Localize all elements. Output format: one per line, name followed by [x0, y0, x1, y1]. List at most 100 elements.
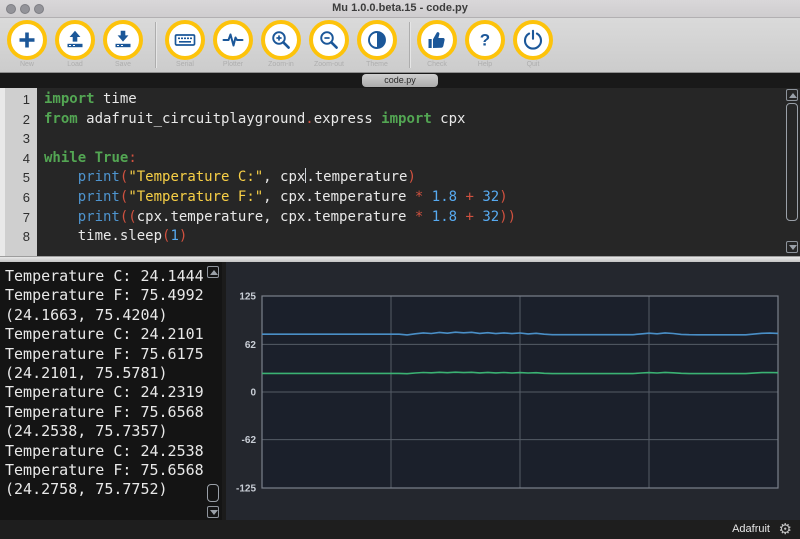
- code-token: from: [44, 111, 78, 127]
- code-token: import: [44, 91, 95, 107]
- code-text: print("Temperature F:", cpx.temperature …: [37, 188, 508, 208]
- serial-line: Temperature C: 24.2101: [0, 325, 222, 344]
- code-token: time: [95, 91, 137, 107]
- power-icon: [521, 28, 545, 52]
- code-line: 4while True:: [0, 149, 786, 169]
- plotter-pane: 125620-62-125: [226, 262, 800, 520]
- upload-icon: [63, 28, 87, 52]
- new-button[interactable]: [7, 20, 47, 60]
- code-token: ((: [120, 209, 137, 225]
- save-button[interactable]: [103, 20, 143, 60]
- plotter-chart: 125620-62-125: [226, 262, 800, 520]
- save-button-label: Save: [93, 61, 153, 68]
- code-text: while True:: [37, 149, 137, 169]
- editor-scrollbar[interactable]: [786, 88, 799, 256]
- code-token: +: [466, 189, 474, 205]
- code-token: [457, 209, 465, 225]
- code-token: "Temperature F:": [128, 189, 263, 205]
- code-lines: 1import time2from adafruit_circuitplaygr…: [0, 90, 786, 247]
- quit-button[interactable]: [513, 20, 553, 60]
- code-token: [457, 189, 465, 205]
- code-token: while: [44, 150, 86, 166]
- code-line: 8 time.sleep(1): [0, 227, 786, 247]
- code-text: time.sleep(1): [37, 227, 187, 247]
- thumbs-up-icon: [425, 28, 449, 52]
- line-number: 7: [0, 208, 37, 228]
- code-token: [423, 189, 431, 205]
- code-token: 32: [482, 189, 499, 205]
- line-number: 5: [0, 168, 37, 188]
- code-token: .: [305, 111, 313, 127]
- zoom-in-icon: [269, 28, 293, 52]
- serial-line: Temperature F: 75.4992: [0, 286, 222, 305]
- editor-scrollbar-thumb[interactable]: [786, 103, 798, 221]
- zoom-out-button[interactable]: [309, 20, 349, 60]
- code-token: , cpx: [263, 169, 305, 185]
- help-button[interactable]: ?: [465, 20, 505, 60]
- code-text: [37, 129, 44, 149]
- code-line: 3: [0, 129, 786, 149]
- code-token: "Temperature C:": [128, 169, 263, 185]
- code-line: 7 print((cpx.temperature, cpx.temperatur…: [0, 208, 786, 228]
- serial-output: Temperature C: 24.1444Temperature F: 75.…: [0, 262, 222, 500]
- waveform-icon: [221, 28, 245, 52]
- code-token: ): [407, 169, 415, 185]
- code-token: [44, 189, 78, 205]
- scroll-down-icon[interactable]: [207, 506, 219, 518]
- y-axis-tick-label: 125: [239, 292, 256, 303]
- plotter-button[interactable]: [213, 20, 253, 60]
- scroll-up-icon[interactable]: [207, 266, 219, 278]
- serial-line: Temperature F: 75.6175: [0, 345, 222, 364]
- line-number: 6: [0, 188, 37, 208]
- tab-strip: code.py: [0, 73, 800, 88]
- code-text: print((cpx.temperature, cpx.temperature …: [37, 208, 516, 228]
- serial-button[interactable]: [165, 20, 205, 60]
- code-token: 1.8: [432, 189, 457, 205]
- plus-icon: [15, 28, 39, 52]
- serial-line: (24.2758, 75.7752): [0, 480, 222, 499]
- load-button[interactable]: [55, 20, 95, 60]
- svg-text:?: ?: [480, 31, 490, 50]
- serial-line: Temperature F: 75.6568: [0, 403, 222, 422]
- line-number: 4: [0, 149, 37, 169]
- code-token: [44, 209, 78, 225]
- serial-pane[interactable]: Temperature C: 24.1444Temperature F: 75.…: [0, 262, 222, 520]
- tab-code-py[interactable]: code.py: [362, 74, 438, 87]
- code-token: [44, 169, 78, 185]
- code-token: ): [499, 189, 507, 205]
- gear-icon[interactable]: ⚙: [779, 520, 792, 538]
- code-token: cpx: [432, 111, 466, 127]
- code-token: )): [499, 209, 516, 225]
- quit-button-label: Quit: [503, 61, 563, 68]
- code-token: True: [95, 150, 129, 166]
- code-line: 5 print("Temperature C:", cpx.temperatur…: [0, 168, 786, 188]
- code-token: .temperature: [306, 169, 407, 185]
- mode-indicator[interactable]: Adafruit: [732, 523, 770, 535]
- y-axis-tick-label: -62: [242, 435, 257, 446]
- code-token: print: [78, 209, 120, 225]
- code-token: :: [128, 150, 136, 166]
- code-token: 1: [170, 228, 178, 244]
- code-token: adafruit_circuitplayground: [78, 111, 306, 127]
- code-line: 1import time: [0, 90, 786, 110]
- serial-scrollbar-thumb[interactable]: [207, 484, 219, 502]
- code-token: [86, 150, 94, 166]
- y-axis-tick-label: 0: [250, 388, 256, 399]
- line-number: 8: [0, 227, 37, 247]
- serial-line: (24.1663, 75.4204): [0, 306, 222, 325]
- code-line: 2from adafruit_circuitplayground.express…: [0, 110, 786, 130]
- contrast-icon: [365, 28, 389, 52]
- code-editor[interactable]: 1import time2from adafruit_circuitplaygr…: [0, 88, 800, 256]
- check-button[interactable]: [417, 20, 457, 60]
- scroll-up-icon[interactable]: [786, 89, 798, 101]
- code-token: time.sleep: [44, 228, 162, 244]
- serial-line: Temperature C: 24.2319: [0, 383, 222, 402]
- mu-window: Mu 1.0.0.beta.15 - code.py New Load: [0, 0, 800, 539]
- serial-scrollbar[interactable]: [207, 266, 220, 518]
- theme-button[interactable]: [357, 20, 397, 60]
- scroll-down-icon[interactable]: [786, 241, 798, 253]
- code-token: , cpx.temperature: [263, 189, 415, 205]
- zoom-in-button[interactable]: [261, 20, 301, 60]
- line-number: 2: [0, 110, 37, 130]
- code-token: 1.8: [432, 209, 457, 225]
